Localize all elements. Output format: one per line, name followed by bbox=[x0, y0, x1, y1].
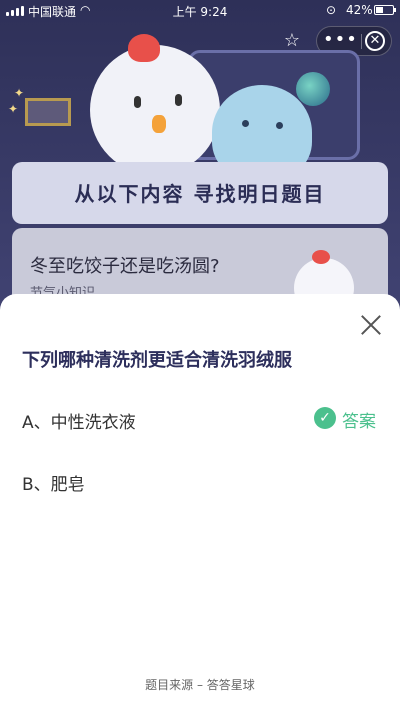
picture-frame-icon bbox=[25, 98, 71, 126]
option-b[interactable]: B、肥皂 bbox=[22, 470, 85, 495]
battery-percent: 42% bbox=[346, 3, 373, 17]
status-time: 上午 9:24 bbox=[172, 5, 228, 19]
battery-icon bbox=[374, 5, 396, 15]
answer-label: 答案 bbox=[342, 412, 376, 432]
globe-icon bbox=[296, 72, 330, 106]
capsule-divider bbox=[361, 34, 362, 49]
rotation-lock-icon: ⊙ bbox=[326, 3, 337, 17]
sheet-question: 下列哪种清洗剂更适合清洗羽绒服 bbox=[22, 350, 292, 371]
mascot-beak bbox=[152, 115, 166, 133]
close-circle-icon[interactable]: ✕ bbox=[365, 31, 385, 51]
status-bar: 中国联通 ◠ 上午 9:24 ⊙ 42% bbox=[0, 0, 400, 20]
mascot-eye bbox=[242, 120, 249, 127]
mascot-eye bbox=[175, 94, 182, 106]
sparkle-icon: ✦ bbox=[14, 86, 25, 100]
card-question: 冬至吃饺子还是吃汤圆? bbox=[30, 256, 220, 277]
check-circle-icon: ✓ bbox=[314, 407, 336, 429]
mascot-eye bbox=[276, 122, 283, 129]
mascot-eye bbox=[134, 96, 141, 108]
banner-title: 从以下内容 寻找明日题目 bbox=[74, 182, 326, 206]
chicken-mascot bbox=[90, 45, 220, 175]
close-icon[interactable] bbox=[358, 312, 384, 338]
chicken-comb bbox=[128, 34, 160, 62]
sparkle-icon: ✦ bbox=[8, 102, 19, 116]
chicken-comb bbox=[312, 250, 330, 264]
option-a[interactable]: A、中性洗衣液 bbox=[22, 408, 136, 433]
source-footer: 题目来源 – 答答星球 bbox=[145, 678, 255, 692]
